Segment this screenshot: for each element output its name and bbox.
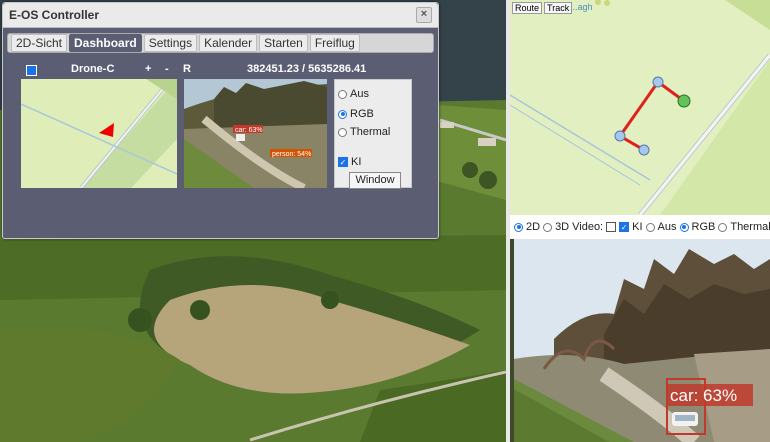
view-2d-radio[interactable]	[514, 222, 523, 232]
drone-camera-thumbnail[interactable]: car: 63% person: 54%	[184, 79, 327, 188]
mode-aus-option[interactable]: Aus	[338, 88, 369, 100]
view-control-bar: 2D 3D Video: ✓ KI Aus RGB Thermal	[510, 215, 770, 239]
ki-checkbox[interactable]: ✓	[338, 157, 348, 167]
mode-aus-radio[interactable]	[338, 89, 347, 99]
mode-rgb-label: RGB	[350, 108, 374, 120]
view-3d-label: 3D	[555, 221, 570, 233]
window-titlebar[interactable]: E-OS Controller ×	[3, 3, 438, 28]
camera-mode-panel: Aus RGB Thermal ✓ KI Window	[334, 79, 412, 189]
close-icon[interactable]: ×	[416, 7, 432, 23]
waypoint-icon	[652, 76, 664, 88]
thumb-detection-car: car: 63%	[235, 127, 263, 134]
mode-thermal-option[interactable]: Thermal	[338, 126, 390, 138]
mode-rgb-option[interactable]: RGB	[338, 108, 374, 120]
controller-window[interactable]: E-OS Controller × 2D-Sicht Dashboard Set…	[2, 2, 439, 239]
ki-toggle-label: KI	[632, 221, 643, 233]
track-button[interactable]: Track	[544, 2, 573, 14]
drone-name: Drone-C	[71, 63, 115, 75]
drone-minimap[interactable]	[21, 79, 177, 188]
rgb-label: RGB	[691, 221, 716, 233]
tab-dashboard[interactable]: Dashboard	[69, 34, 142, 52]
window-title: E-OS Controller	[9, 8, 100, 22]
thumb-detection-person: person: 54%	[272, 151, 311, 158]
view-3d-radio[interactable]	[543, 222, 553, 232]
drone-coordinates: 382451.23 / 5635286.41	[247, 63, 367, 75]
aus-radio[interactable]	[645, 222, 655, 232]
tab-2d-sicht[interactable]: 2D-Sicht	[11, 34, 68, 52]
route-track-toolbar: Route Track	[512, 2, 573, 14]
drone-select-checkbox[interactable]	[26, 65, 37, 76]
map-2d[interactable]: Route Track ...agh	[510, 0, 770, 215]
mode-thermal-label: Thermal	[350, 126, 391, 138]
drone-header-row: Drone-C + - R 382451.23 / 5635286.41	[3, 63, 438, 79]
zoom-in-button[interactable]: +	[145, 63, 151, 75]
tab-settings[interactable]: Settings	[143, 34, 198, 52]
map-place-label: ...agh	[570, 2, 593, 12]
window-button[interactable]: Window	[349, 172, 401, 189]
aus-label: Aus	[657, 221, 677, 233]
ki-label: KI	[351, 156, 362, 168]
waypoint-icon	[614, 130, 626, 142]
mode-rgb-radio[interactable]	[338, 109, 347, 119]
view-2d-label: 2D	[526, 221, 541, 233]
mode-aus-label: Aus	[350, 88, 369, 100]
rgb-radio[interactable]	[679, 222, 689, 232]
tab-bar: 2D-Sicht Dashboard Settings Kalender Sta…	[7, 33, 434, 53]
reset-button[interactable]: R	[183, 63, 191, 75]
drone-camera-feed[interactable]: car: 63%	[514, 239, 770, 442]
zoom-out-button[interactable]: -	[165, 63, 169, 75]
mode-thermal-radio[interactable]	[338, 127, 347, 137]
thermal-label: Thermal	[730, 221, 770, 233]
feed-detection-car: car: 63%	[670, 386, 737, 405]
waypoint-icon	[638, 144, 650, 156]
drone-marker-icon	[677, 94, 691, 108]
video-checkbox[interactable]	[606, 222, 617, 232]
tab-starten[interactable]: Starten	[259, 34, 308, 52]
tab-freiflug[interactable]: Freiflug	[309, 34, 360, 52]
ki-toggle-checkbox[interactable]: ✓	[619, 222, 630, 232]
thermal-radio[interactable]	[718, 222, 728, 232]
video-label: Video:	[572, 221, 604, 233]
ki-option[interactable]: ✓ KI	[338, 156, 361, 168]
tab-kalender[interactable]: Kalender	[199, 34, 258, 52]
route-button[interactable]: Route	[512, 2, 543, 14]
